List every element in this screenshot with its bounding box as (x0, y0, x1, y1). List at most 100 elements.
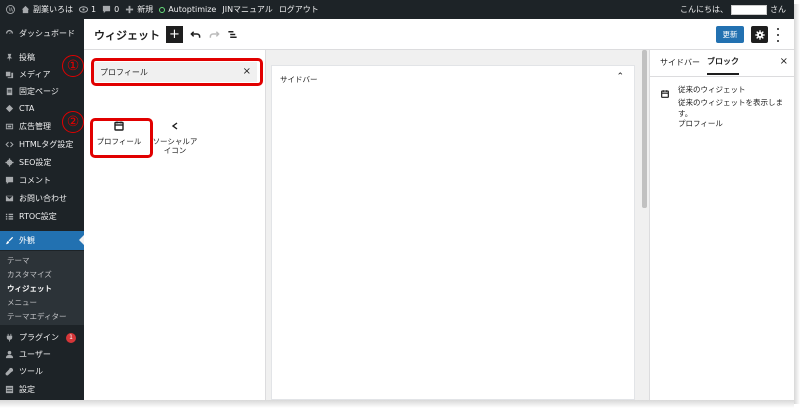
submenu-item-themes[interactable]: テーマ (7, 255, 30, 266)
status-dot-icon (159, 6, 166, 13)
brush-icon (5, 236, 14, 245)
site-name-link[interactable]: 副業いろは (21, 4, 73, 15)
settings-icon (5, 385, 14, 394)
redo-icon[interactable] (207, 27, 221, 41)
new-content-link[interactable]: 新規 (125, 4, 153, 15)
sidebar-item-settings[interactable]: 設定 (0, 381, 84, 398)
manual-link[interactable]: JINマニュアル (222, 4, 272, 15)
page-title: ウィジェット (94, 29, 160, 42)
appearance-submenu: テーマ カスタマイズ ウィジェット メニュー テーマエディター (0, 251, 84, 325)
submenu-item-theme-editor[interactable]: テーマエディター (7, 311, 66, 322)
eye-icon (79, 6, 88, 13)
tab-block[interactable]: ブロック (707, 50, 739, 75)
frame-shadow-right (794, 4, 800, 404)
mail-icon (5, 194, 14, 203)
submenu-item-menus[interactable]: メニュー (7, 297, 37, 308)
sidebar-item-plugins[interactable]: プラグイン 1 (0, 329, 84, 346)
undo-icon[interactable] (188, 27, 202, 41)
pending-link[interactable]: 0 (102, 5, 119, 14)
greeting-suffix: さん (770, 5, 786, 14)
editor-header: ウィジェット + 更新 (84, 19, 794, 50)
scrollbar-thumb[interactable] (642, 50, 647, 208)
logout-label: ログアウト (278, 5, 319, 14)
block-result-social-icons[interactable]: ソーシャルア イコン (151, 120, 199, 164)
submenu-item-customize[interactable]: カスタマイズ (7, 269, 52, 280)
more-options-button[interactable] (774, 28, 782, 42)
code-icon (5, 140, 14, 149)
dashboard-icon (5, 29, 14, 38)
sidebar-item-dashboard[interactable]: ダッシュボード (0, 25, 84, 42)
annotation-step-1: ① (62, 55, 84, 77)
sidebar-item-label: 固定ページ (19, 87, 59, 96)
legacy-widget-name: プロフィール (678, 119, 723, 128)
sidebar-item-label: メディア (19, 70, 51, 79)
account-menu[interactable]: こんにちは、 さん (680, 0, 786, 19)
sidebar-item-rtoc[interactable]: RTOC設定 (0, 208, 84, 225)
sidebar-item-contact[interactable]: お問い合わせ (0, 190, 84, 207)
comment-bubble-icon (102, 5, 111, 14)
sidebar-item-appearance[interactable]: 外観 (0, 231, 84, 250)
annotation-highlight-search (91, 58, 263, 86)
masked-username (731, 4, 767, 15)
sidebar-item-seo[interactable]: SEO設定 (0, 154, 84, 171)
chevron-up-icon[interactable]: ⌃ (616, 72, 624, 82)
block-result-label: ソーシャルア イコン (152, 137, 198, 156)
add-block-button[interactable]: + (166, 26, 183, 43)
update-button[interactable]: 更新 (716, 26, 744, 43)
sidebar-item-pages[interactable]: 固定ページ (0, 83, 84, 100)
annotation-highlight-profile (90, 118, 153, 158)
media-icon (5, 70, 14, 79)
sidebar-item-label: ダッシュボード (19, 29, 75, 38)
page-icon (5, 87, 14, 96)
update-count-badge: 1 (66, 332, 76, 343)
share-icon (169, 120, 181, 132)
block-card-title: 従来のウィジェット (678, 85, 746, 94)
sidebar-item-label: 広告管理 (19, 122, 51, 131)
settings-toggle-button[interactable] (751, 26, 768, 43)
submenu-item-widgets[interactable]: ウィジェット (7, 283, 52, 294)
block-card-description: 従来のウィジェットを表示します。 (678, 98, 783, 118)
comment-icon (5, 176, 14, 185)
calendar-icon (660, 84, 670, 98)
user-icon (5, 350, 14, 359)
widget-area-sidebar[interactable]: サイドバー ⌃ (271, 65, 635, 400)
dot-icon (777, 34, 779, 36)
sidebar-item-label: プラグイン (19, 333, 59, 342)
admin-bar: W 副業いろは 1 0 新規 Autoptimize JINマニュアル ログアウ… (0, 0, 794, 19)
widget-area-title: サイドバー (280, 75, 318, 84)
wrench-icon (5, 367, 14, 376)
sidebar-item-tools[interactable]: ツール (0, 363, 84, 380)
gear-icon (5, 158, 14, 167)
sidebar-item-html-tags[interactable]: HTMLタグ設定 (0, 136, 84, 153)
tag-icon (5, 104, 14, 113)
wordpress-logo[interactable]: W (6, 5, 15, 14)
ads-icon (5, 122, 14, 131)
list-view-icon[interactable] (225, 27, 239, 41)
tab-sidebar[interactable]: サイドバー (660, 50, 700, 75)
pin-icon (5, 53, 14, 62)
sidebar-item-label: ツール (19, 367, 43, 376)
wordpress-icon: W (6, 5, 15, 14)
comments-link[interactable]: 1 (79, 5, 96, 14)
sidebar-item-label: 投稿 (19, 53, 35, 62)
screenshot-frame: W 副業いろは 1 0 新規 Autoptimize JINマニュアル ログアウ… (0, 0, 800, 408)
home-icon (21, 5, 30, 14)
manual-label: JINマニュアル (222, 5, 273, 14)
settings-sidebar: サイドバー ブロック × 従来のウィジェット 従来のウィジェットを表示します。 … (649, 50, 795, 400)
sidebar-item-label: ユーザー (19, 350, 51, 359)
site-name: 副業いろは (33, 5, 73, 14)
pending-count: 0 (114, 5, 120, 14)
sidebar-item-comments[interactable]: コメント (0, 172, 84, 189)
autoptimize-link[interactable]: Autoptimize (159, 5, 216, 14)
gear-icon (754, 29, 765, 40)
dot-icon (777, 40, 779, 42)
tabs-divider (650, 76, 795, 77)
plus-icon (126, 5, 134, 14)
sidebar-item-label: 設定 (19, 385, 35, 394)
logout-link[interactable]: ログアウト (279, 4, 319, 15)
svg-text:W: W (8, 8, 14, 14)
plugin-icon (5, 333, 14, 342)
sidebar-item-users[interactable]: ユーザー (0, 346, 84, 363)
dot-icon (777, 28, 779, 30)
close-icon[interactable]: × (780, 56, 788, 67)
